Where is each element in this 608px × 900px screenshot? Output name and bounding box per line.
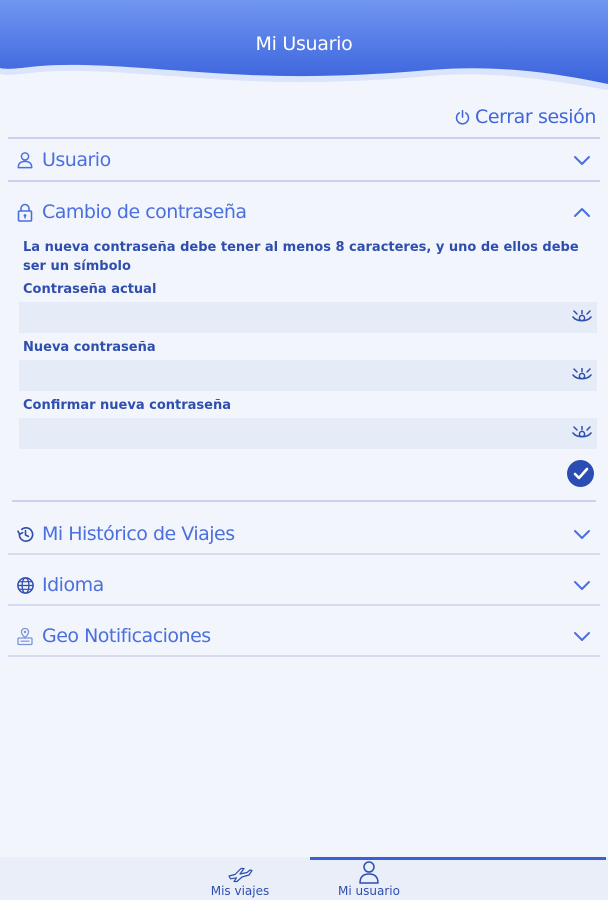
chevron-up-icon: [574, 208, 590, 217]
globe-icon: [16, 576, 34, 594]
chevron-down-icon: [574, 156, 590, 165]
current-password-input[interactable]: [19, 302, 567, 333]
power-icon: [455, 109, 470, 125]
section-geo-label: Geo Notificaciones: [42, 625, 211, 647]
nav-mi-usuario[interactable]: Mi usuario: [324, 857, 414, 900]
section-password[interactable]: Cambio de contraseña: [8, 192, 600, 232]
plane-icon: [228, 867, 253, 883]
chevron-down-icon: [574, 581, 590, 590]
user-icon: [359, 861, 379, 884]
history-icon: [16, 526, 33, 542]
divider: [8, 604, 600, 606]
toggle-visibility-button[interactable]: [567, 309, 597, 326]
nav-mis-viajes-label: Mis viajes: [210, 884, 270, 898]
user-icon: [17, 152, 33, 169]
section-historico-label: Mi Histórico de Viajes: [42, 523, 235, 545]
nav-mis-viajes[interactable]: Mis viajes: [195, 857, 285, 900]
save-password-button[interactable]: [567, 460, 594, 487]
chevron-down-icon: [574, 632, 590, 641]
section-geo[interactable]: Geo Notificaciones: [8, 616, 600, 656]
confirm-password-input[interactable]: [19, 418, 567, 449]
divider: [8, 137, 600, 139]
section-historico[interactable]: Mi Histórico de Viajes: [8, 514, 600, 554]
eye-hidden-icon: [572, 367, 592, 380]
geo-notification-icon: [17, 627, 33, 645]
new-password-label: Nueva contraseña: [23, 340, 156, 355]
logout-button[interactable]: Cerrar sesión: [454, 104, 596, 130]
current-password-field: [19, 302, 597, 333]
confirm-password-label: Confirmar nueva contraseña: [23, 398, 231, 413]
app-header: Mi Usuario: [0, 0, 608, 92]
new-password-input[interactable]: [19, 360, 567, 391]
bottom-navigation: Mis viajes Mi usuario: [0, 857, 608, 900]
toggle-visibility-button[interactable]: [567, 425, 597, 442]
current-password-label: Contraseña actual: [23, 282, 157, 297]
eye-hidden-icon: [572, 425, 592, 438]
logout-label: Cerrar sesión: [475, 106, 596, 128]
eye-hidden-icon: [572, 309, 592, 322]
chevron-down-icon: [574, 530, 590, 539]
divider: [12, 500, 596, 502]
divider: [8, 655, 600, 657]
section-password-label: Cambio de contraseña: [42, 201, 247, 223]
confirm-password-field: [19, 418, 597, 449]
toggle-visibility-button[interactable]: [567, 367, 597, 384]
section-usuario[interactable]: Usuario: [8, 140, 600, 180]
new-password-field: [19, 360, 597, 391]
password-requirements-text: La nueva contraseña debe tener al menos …: [23, 240, 579, 274]
divider: [8, 180, 600, 182]
section-idioma-label: Idioma: [42, 574, 104, 596]
section-idioma[interactable]: Idioma: [8, 565, 600, 605]
lock-icon: [17, 203, 33, 222]
section-usuario-label: Usuario: [42, 149, 111, 171]
divider: [8, 553, 600, 555]
page-title: Mi Usuario: [255, 33, 353, 55]
checkmark-icon: [573, 467, 588, 480]
nav-mi-usuario-label: Mi usuario: [338, 884, 400, 898]
